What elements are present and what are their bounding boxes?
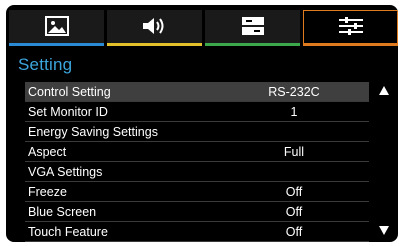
menu-item-touch-feature[interactable]: Touch Feature Off — [25, 222, 369, 242]
sliders-icon — [337, 16, 365, 41]
speaker-icon — [141, 16, 169, 41]
item-value: Full — [283, 144, 305, 159]
menu-item-control-setting[interactable]: Control Setting RS-232C — [25, 82, 369, 102]
item-value: Off — [285, 224, 303, 239]
tab-panel[interactable] — [205, 10, 300, 46]
scroll-indicator[interactable] — [377, 83, 391, 235]
item-value: RS-232C — [268, 84, 320, 99]
item-label: Set Monitor ID — [28, 104, 108, 119]
item-label: Aspect — [28, 144, 67, 159]
settings-list: Control Setting RS-232C Set Monitor ID 1… — [25, 82, 369, 242]
menu-title: Setting — [18, 55, 73, 74]
tab-audio[interactable] — [107, 10, 202, 46]
menu-item-vga-settings[interactable]: VGA Settings — [25, 162, 369, 182]
scroll-up-icon[interactable] — [379, 86, 389, 95]
item-label: VGA Settings — [28, 164, 103, 179]
menu-tab-bar — [6, 5, 398, 51]
item-label: Energy Saving Settings — [28, 124, 158, 139]
panel-icon — [240, 16, 266, 41]
menu-item-aspect[interactable]: Aspect Full — [25, 142, 369, 162]
item-value: 1 — [290, 104, 298, 119]
menu-item-freeze[interactable]: Freeze Off — [25, 182, 369, 202]
osd-menu: Setting Control Setting RS-232C Set Moni… — [6, 5, 398, 242]
tab-picture[interactable] — [9, 10, 104, 46]
item-label: Freeze — [28, 184, 67, 199]
tab-setting[interactable] — [303, 10, 398, 46]
menu-item-blue-screen[interactable]: Blue Screen Off — [25, 202, 369, 222]
scroll-down-icon[interactable] — [379, 226, 389, 235]
item-value: Off — [285, 184, 303, 199]
menu-item-set-monitor-id[interactable]: Set Monitor ID 1 — [25, 102, 369, 122]
item-label: Blue Screen — [28, 204, 97, 219]
menu-item-energy-saving[interactable]: Energy Saving Settings — [25, 122, 369, 142]
picture-icon — [44, 15, 69, 41]
item-value: Off — [285, 204, 303, 219]
item-label: Control Setting — [28, 84, 111, 99]
item-label: Touch Feature — [28, 224, 108, 239]
